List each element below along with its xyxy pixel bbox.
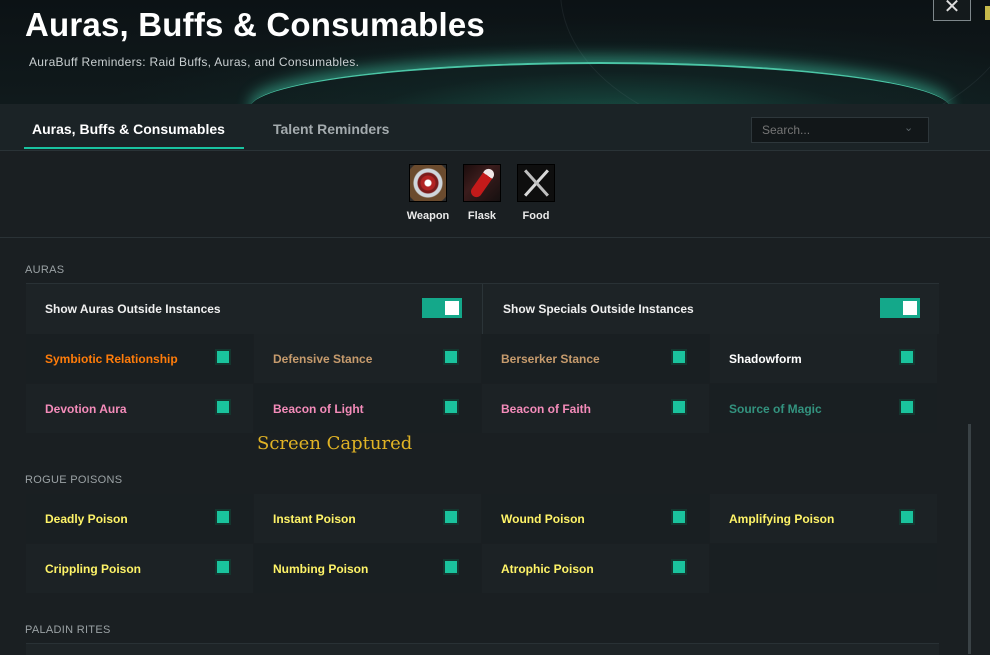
food-icon	[517, 164, 555, 202]
option-checkbox[interactable]	[671, 399, 687, 415]
option-label: Beacon of Faith	[501, 402, 592, 416]
paladin-rites-grid	[26, 643, 939, 655]
option-checkbox[interactable]	[443, 559, 459, 575]
option-cell[interactable]: Defensive Stance	[254, 334, 481, 383]
consumable-weapon[interactable]: Weapon	[403, 164, 453, 222]
option-label: Deadly Poison	[45, 512, 128, 526]
consumable-flask[interactable]: Flask	[457, 164, 507, 222]
option-label: Defensive Stance	[273, 352, 373, 366]
show-specials-label: Show Specials Outside Instances	[503, 302, 694, 316]
tab-talent-reminders[interactable]: Talent Reminders	[273, 121, 389, 137]
consumable-food[interactable]: Food	[511, 164, 561, 222]
search-input[interactable]	[751, 117, 929, 143]
flask-icon	[463, 164, 501, 202]
window-title: Auras, Buffs & Consumables	[25, 6, 485, 43]
option-label: Berserker Stance	[501, 352, 600, 366]
active-tab-indicator	[24, 147, 244, 149]
option-cell[interactable]: Source of Magic	[710, 384, 937, 433]
consumable-label: Flask	[467, 210, 497, 222]
option-label: Beacon of Light	[273, 402, 364, 416]
show-auras-label: Show Auras Outside Instances	[45, 302, 221, 316]
option-checkbox[interactable]	[899, 509, 915, 525]
option-cell[interactable]: Atrophic Poison	[482, 544, 709, 593]
option-checkbox[interactable]	[899, 399, 915, 415]
consumable-label: Food	[522, 210, 550, 222]
section-label-paladin-rites: PALADIN RITES	[25, 624, 111, 636]
tab-auras-buffs-consumables[interactable]: Auras, Buffs & Consumables	[32, 121, 225, 137]
option-cell[interactable]: Symbiotic Relationship	[26, 334, 253, 383]
option-checkbox[interactable]	[215, 349, 231, 365]
option-checkbox[interactable]	[443, 509, 459, 525]
option-cell[interactable]: Berserker Stance	[482, 334, 709, 383]
option-label: Numbing Poison	[273, 562, 369, 576]
option-checkbox[interactable]	[671, 509, 687, 525]
option-label: Devotion Aura	[45, 402, 127, 416]
option-cell[interactable]: Beacon of Faith	[482, 384, 709, 433]
empty-cell	[710, 544, 937, 593]
screen-captured-overlay: Screen Captured	[257, 433, 413, 454]
option-label: Symbiotic Relationship	[45, 352, 178, 366]
option-label: Instant Poison	[273, 512, 356, 526]
option-label: Atrophic Poison	[501, 562, 594, 576]
search-chevron-icon: ⌄	[904, 122, 914, 134]
aura-toggle-row: Show Auras Outside Instances Show Specia…	[26, 283, 939, 334]
option-checkbox[interactable]	[671, 349, 687, 365]
close-button[interactable]: ✕	[933, 0, 971, 21]
consumables-bar: Weapon Flask Food	[0, 150, 990, 238]
option-label: Amplifying Poison	[729, 512, 835, 526]
option-cell[interactable]: Wound Poison	[482, 494, 709, 543]
section-label-rogue-poisons: ROGUE POISONS	[25, 474, 123, 486]
option-cell[interactable]: Numbing Poison	[254, 544, 481, 593]
option-label: Shadowform	[729, 352, 802, 366]
option-checkbox[interactable]	[443, 399, 459, 415]
close-icon: ✕	[943, 0, 961, 18]
option-checkbox[interactable]	[215, 509, 231, 525]
option-cell[interactable]: Crippling Poison	[26, 544, 253, 593]
window-subtitle: AuraBuff Reminders: Raid Buffs, Auras, a…	[29, 55, 360, 69]
scrollbar[interactable]	[968, 424, 971, 654]
section-label-auras: AURAS	[25, 264, 65, 276]
option-checkbox[interactable]	[899, 349, 915, 365]
show-auras-toggle[interactable]	[422, 298, 462, 318]
option-label: Source of Magic	[729, 402, 822, 416]
option-cell[interactable]: Amplifying Poison	[710, 494, 937, 543]
option-cell[interactable]: Shadowform	[710, 334, 937, 383]
weapon-enchant-icon	[409, 164, 447, 202]
option-label: Crippling Poison	[45, 562, 141, 576]
option-cell[interactable]: Beacon of Light	[254, 384, 481, 433]
option-cell[interactable]: Deadly Poison	[26, 494, 253, 543]
option-checkbox[interactable]	[215, 399, 231, 415]
header-banner: Auras, Buffs & Consumables AuraBuff Remi…	[0, 0, 990, 104]
option-cell[interactable]: Instant Poison	[254, 494, 481, 543]
option-checkbox[interactable]	[215, 559, 231, 575]
edge-strip	[985, 6, 990, 20]
divider	[482, 284, 483, 334]
option-label: Wound Poison	[501, 512, 585, 526]
consumable-label: Weapon	[406, 210, 450, 222]
show-specials-toggle[interactable]	[880, 298, 920, 318]
option-checkbox[interactable]	[443, 349, 459, 365]
option-cell[interactable]: Devotion Aura	[26, 384, 253, 433]
option-checkbox[interactable]	[671, 559, 687, 575]
